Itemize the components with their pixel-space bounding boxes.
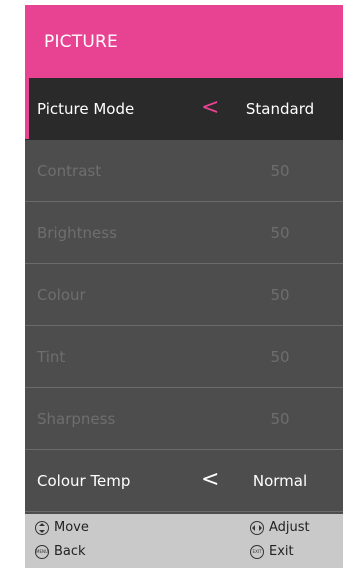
menu-header: PICTURE bbox=[25, 5, 343, 78]
picture-mode-label: Picture Mode bbox=[37, 99, 135, 118]
brightness-value: 50 bbox=[270, 223, 290, 242]
contrast-value: 50 bbox=[270, 161, 290, 180]
menu-button-icon-text: MENU bbox=[36, 548, 48, 554]
brightness-label: Brightness bbox=[37, 223, 117, 242]
hint-adjust: Adjust bbox=[250, 520, 310, 535]
hint-move: Move bbox=[35, 520, 89, 535]
hint-exit-label: Exit bbox=[269, 544, 294, 559]
chevron-left-icon[interactable]: < bbox=[201, 97, 219, 119]
tint-label: Tint bbox=[37, 347, 66, 366]
menu-row-sharpness: Sharpness 50 bbox=[25, 388, 343, 450]
colour-temp-value: Normal bbox=[252, 471, 308, 490]
hint-back: MENU Back bbox=[35, 544, 86, 559]
menu-row-colour-temp[interactable]: Colour Temp < Normal bbox=[25, 450, 343, 512]
tint-value: 50 bbox=[270, 347, 290, 366]
menu-row-tint: Tint 50 bbox=[25, 326, 343, 388]
menu-button-icon: MENU bbox=[35, 544, 49, 559]
colour-value: 50 bbox=[270, 285, 290, 304]
hint-back-label: Back bbox=[54, 544, 86, 559]
hint-exit: EXIT Exit bbox=[250, 544, 294, 559]
menu-row-colour: Colour 50 bbox=[25, 264, 343, 326]
colour-temp-label: Colour Temp bbox=[37, 471, 131, 490]
contrast-label: Contrast bbox=[37, 161, 102, 180]
sharpness-value: 50 bbox=[270, 409, 290, 428]
sharpness-label: Sharpness bbox=[37, 409, 116, 428]
menu-row-picture-mode[interactable]: Picture Mode < Standard bbox=[25, 78, 343, 140]
picture-mode-value: Standard bbox=[245, 99, 315, 118]
chevron-left-icon[interactable]: < bbox=[201, 469, 219, 491]
key-hint-footer: Move Adjust MENU Back EXIT Exit bbox=[25, 514, 343, 568]
colour-label: Colour bbox=[37, 285, 86, 304]
menu-title: PICTURE bbox=[44, 31, 118, 52]
hint-adjust-label: Adjust bbox=[269, 520, 310, 535]
hint-move-label: Move bbox=[54, 520, 89, 535]
menu-row-contrast: Contrast 50 bbox=[25, 140, 343, 202]
up-down-icon bbox=[35, 520, 49, 535]
left-right-icon bbox=[250, 520, 264, 535]
exit-button-icon-text: EXIT bbox=[252, 548, 262, 554]
exit-button-icon: EXIT bbox=[250, 544, 264, 559]
picture-menu-panel: PICTURE Picture Mode < Standard Contrast… bbox=[25, 5, 343, 568]
menu-row-brightness: Brightness 50 bbox=[25, 202, 343, 264]
